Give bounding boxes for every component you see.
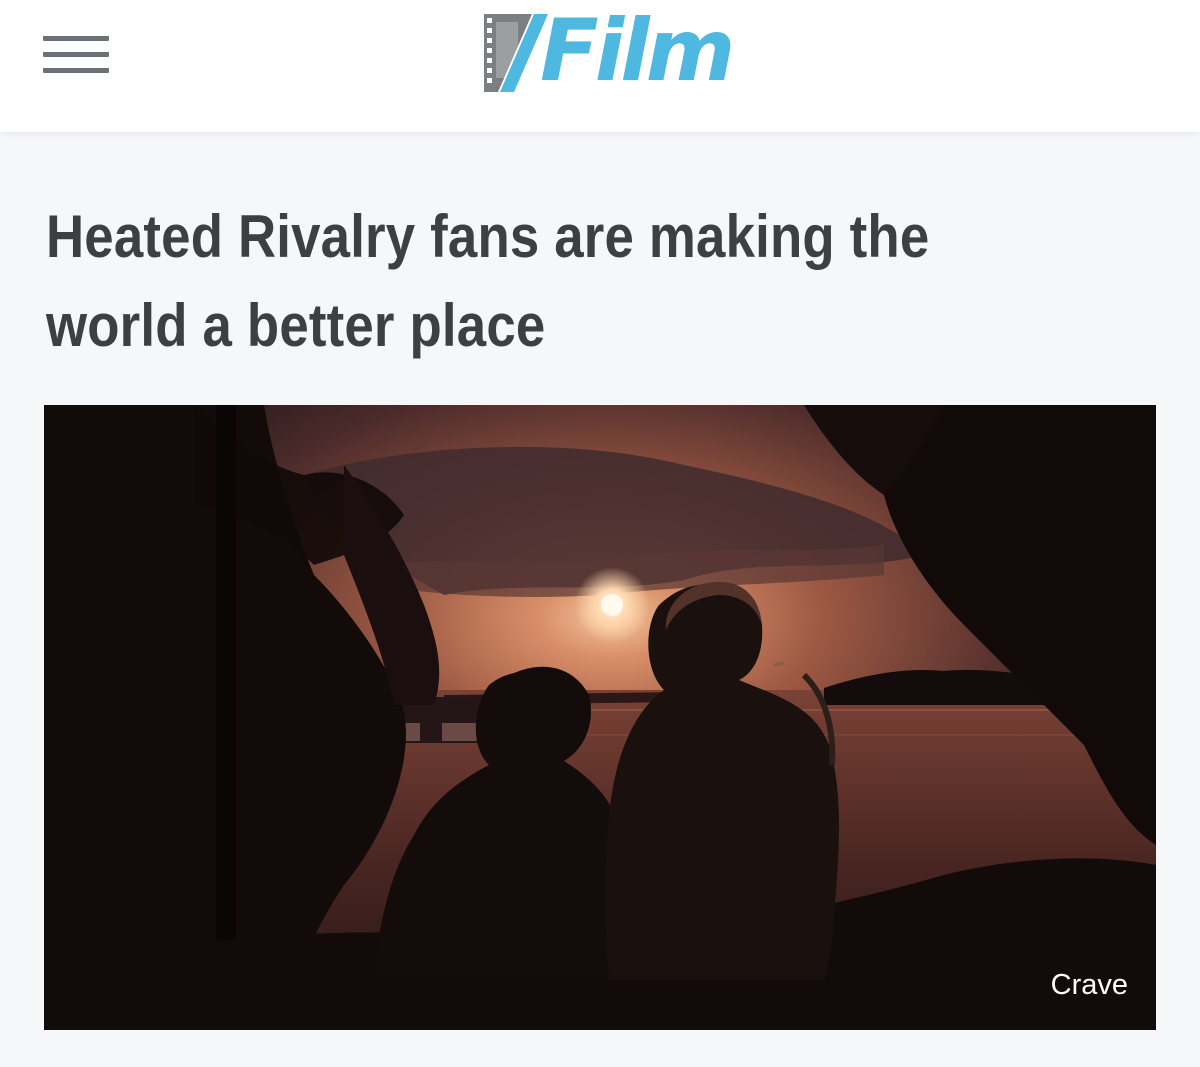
- menu-bar: [43, 36, 109, 41]
- headline-line-2: world a better place: [46, 292, 546, 359]
- site-header: Film: [0, 0, 1200, 132]
- menu-bar: [43, 52, 109, 57]
- headline-line-1: Heated Rivalry fans are making the: [46, 203, 930, 270]
- site-logo[interactable]: Film: [484, 8, 735, 94]
- logo-wordmark: Film: [540, 1, 735, 101]
- sunset-scene: [44, 405, 1156, 1030]
- article-headline: Heated Rivalry fans are making the world…: [46, 192, 1155, 370]
- image-credit: Crave: [1050, 969, 1128, 1001]
- hamburger-menu-icon[interactable]: [43, 33, 109, 77]
- menu-bar: [43, 68, 109, 73]
- hero-image[interactable]: Crave: [44, 405, 1156, 1030]
